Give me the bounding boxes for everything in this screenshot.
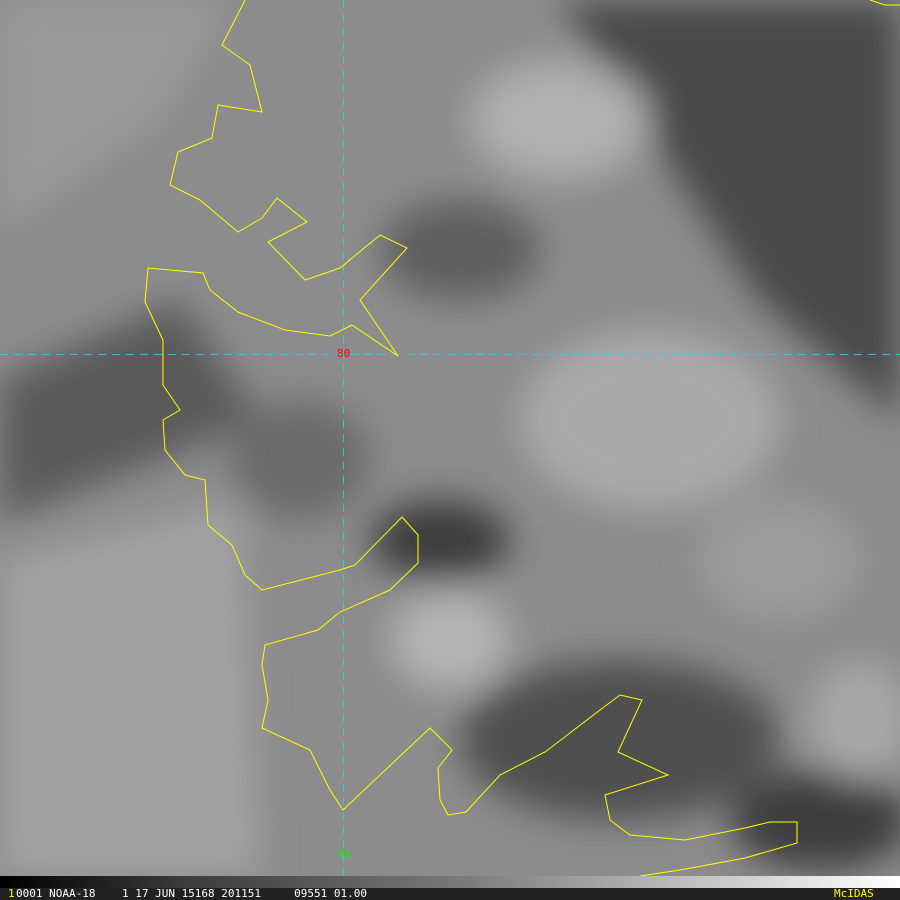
satellite-image-viewer: 80 95 1 0001 NOAA-18 1 17 JUN 15168 2011… [0, 0, 900, 900]
longitude-label: 95 [338, 848, 352, 861]
satellite-imagery [0, 0, 900, 876]
frame-number: 1 [8, 887, 15, 900]
mcidas-brand: McIDAS [834, 887, 874, 900]
info-bar: 1 0001 NOAA-18 1 17 JUN 15168 201151 095… [0, 888, 900, 900]
latitude-label: 80 [337, 347, 351, 360]
image-info-text: 0001 NOAA-18 1 17 JUN 15168 201151 09551… [16, 887, 367, 900]
